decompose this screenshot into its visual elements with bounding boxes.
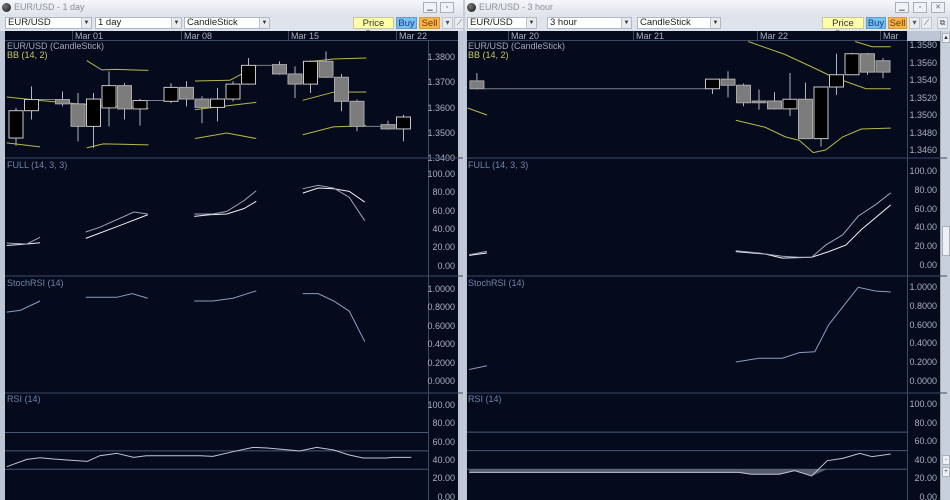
full-d-line — [735, 204, 892, 259]
full-k-line — [302, 184, 366, 221]
chart-window-daily: EUR/USD - 1 day ▁ ▫ EUR/USD ▼ 1 day ▼ Cand… — [0, 0, 463, 500]
stochrsi-line — [194, 290, 257, 302]
candle-down — [875, 60, 891, 73]
candle-up — [86, 98, 101, 127]
candle-down — [767, 100, 782, 110]
candle-up — [705, 78, 720, 90]
stochrsi-line — [85, 293, 148, 299]
bb-lower-line — [194, 132, 257, 140]
candle-up — [303, 60, 318, 85]
bb-label: BB (14, 2) — [7, 50, 48, 60]
candle-down — [334, 76, 349, 102]
candle-down — [720, 78, 736, 86]
full-panel — [469, 192, 892, 259]
full-stoch-label: FULL (14, 3, 3) — [468, 160, 529, 170]
candle-up — [8, 110, 24, 139]
rsi-line — [6, 446, 412, 468]
full-k-line — [194, 190, 257, 215]
candle-down — [380, 124, 396, 130]
stoch-panel — [469, 286, 891, 370]
candle-down — [469, 80, 485, 90]
candle-up — [829, 74, 844, 88]
full-d-line — [302, 187, 366, 203]
candle-down — [736, 84, 751, 104]
candle-down — [860, 53, 875, 73]
rsi-label: RSI (14) — [7, 394, 41, 404]
candle-up — [101, 85, 117, 109]
chart-drawing — [5, 51, 463, 470]
candle-down — [179, 86, 194, 100]
candle-down — [194, 98, 210, 108]
candle-down — [287, 73, 303, 85]
candle-up — [24, 99, 39, 112]
chart-drawing — [467, 41, 947, 477]
rsi-panel — [467, 431, 907, 477]
candle-up — [396, 116, 411, 130]
bb-upper-line — [854, 41, 891, 48]
chart-window-3hour: EUR/USD - 3 hour ▁ ▫ ✕ EUR/USD ▼ 3 hour ▼ … — [465, 0, 950, 500]
candle-up — [132, 100, 148, 110]
stochrsi-line — [302, 293, 366, 342]
candle-up — [210, 98, 225, 108]
stochrsi-line — [469, 365, 488, 370]
full-stoch-label: FULL (14, 3, 3) — [7, 160, 68, 170]
candle-up — [844, 53, 860, 76]
candle-up — [813, 86, 829, 140]
candle-down — [70, 103, 86, 127]
candle-up — [782, 98, 798, 110]
full-k-line — [85, 211, 148, 233]
candle-up — [225, 83, 241, 100]
candle-up — [163, 86, 179, 102]
rsi-line — [469, 452, 891, 477]
bb-upper-line — [86, 60, 149, 71]
bb-lower-line — [86, 143, 149, 149]
price-panel — [467, 41, 891, 154]
bb-label: BB (14, 2) — [468, 50, 509, 60]
rsi-panel — [5, 432, 428, 470]
full-panel — [6, 184, 366, 246]
candle-down — [272, 64, 287, 75]
stochrsi-line — [6, 300, 41, 313]
bb-lower-line — [735, 119, 891, 154]
candle-down — [117, 85, 132, 110]
candle-down — [798, 98, 813, 140]
stochrsi-label: StochRSI (14) — [468, 278, 525, 288]
stochrsi-line — [735, 286, 891, 363]
stochrsi-label: StochRSI (14) — [7, 278, 64, 288]
candle-down — [55, 99, 70, 105]
bb-lower-line — [6, 142, 41, 148]
candle-down — [318, 60, 334, 78]
stoch-panel — [6, 290, 366, 342]
candle-down — [751, 100, 767, 104]
rsi-label: RSI (14) — [468, 394, 502, 404]
price-panel — [6, 51, 411, 149]
bb-lower-line — [467, 107, 488, 116]
candle-down — [349, 100, 365, 127]
full-d-line — [85, 214, 148, 239]
candle-up — [241, 64, 256, 85]
